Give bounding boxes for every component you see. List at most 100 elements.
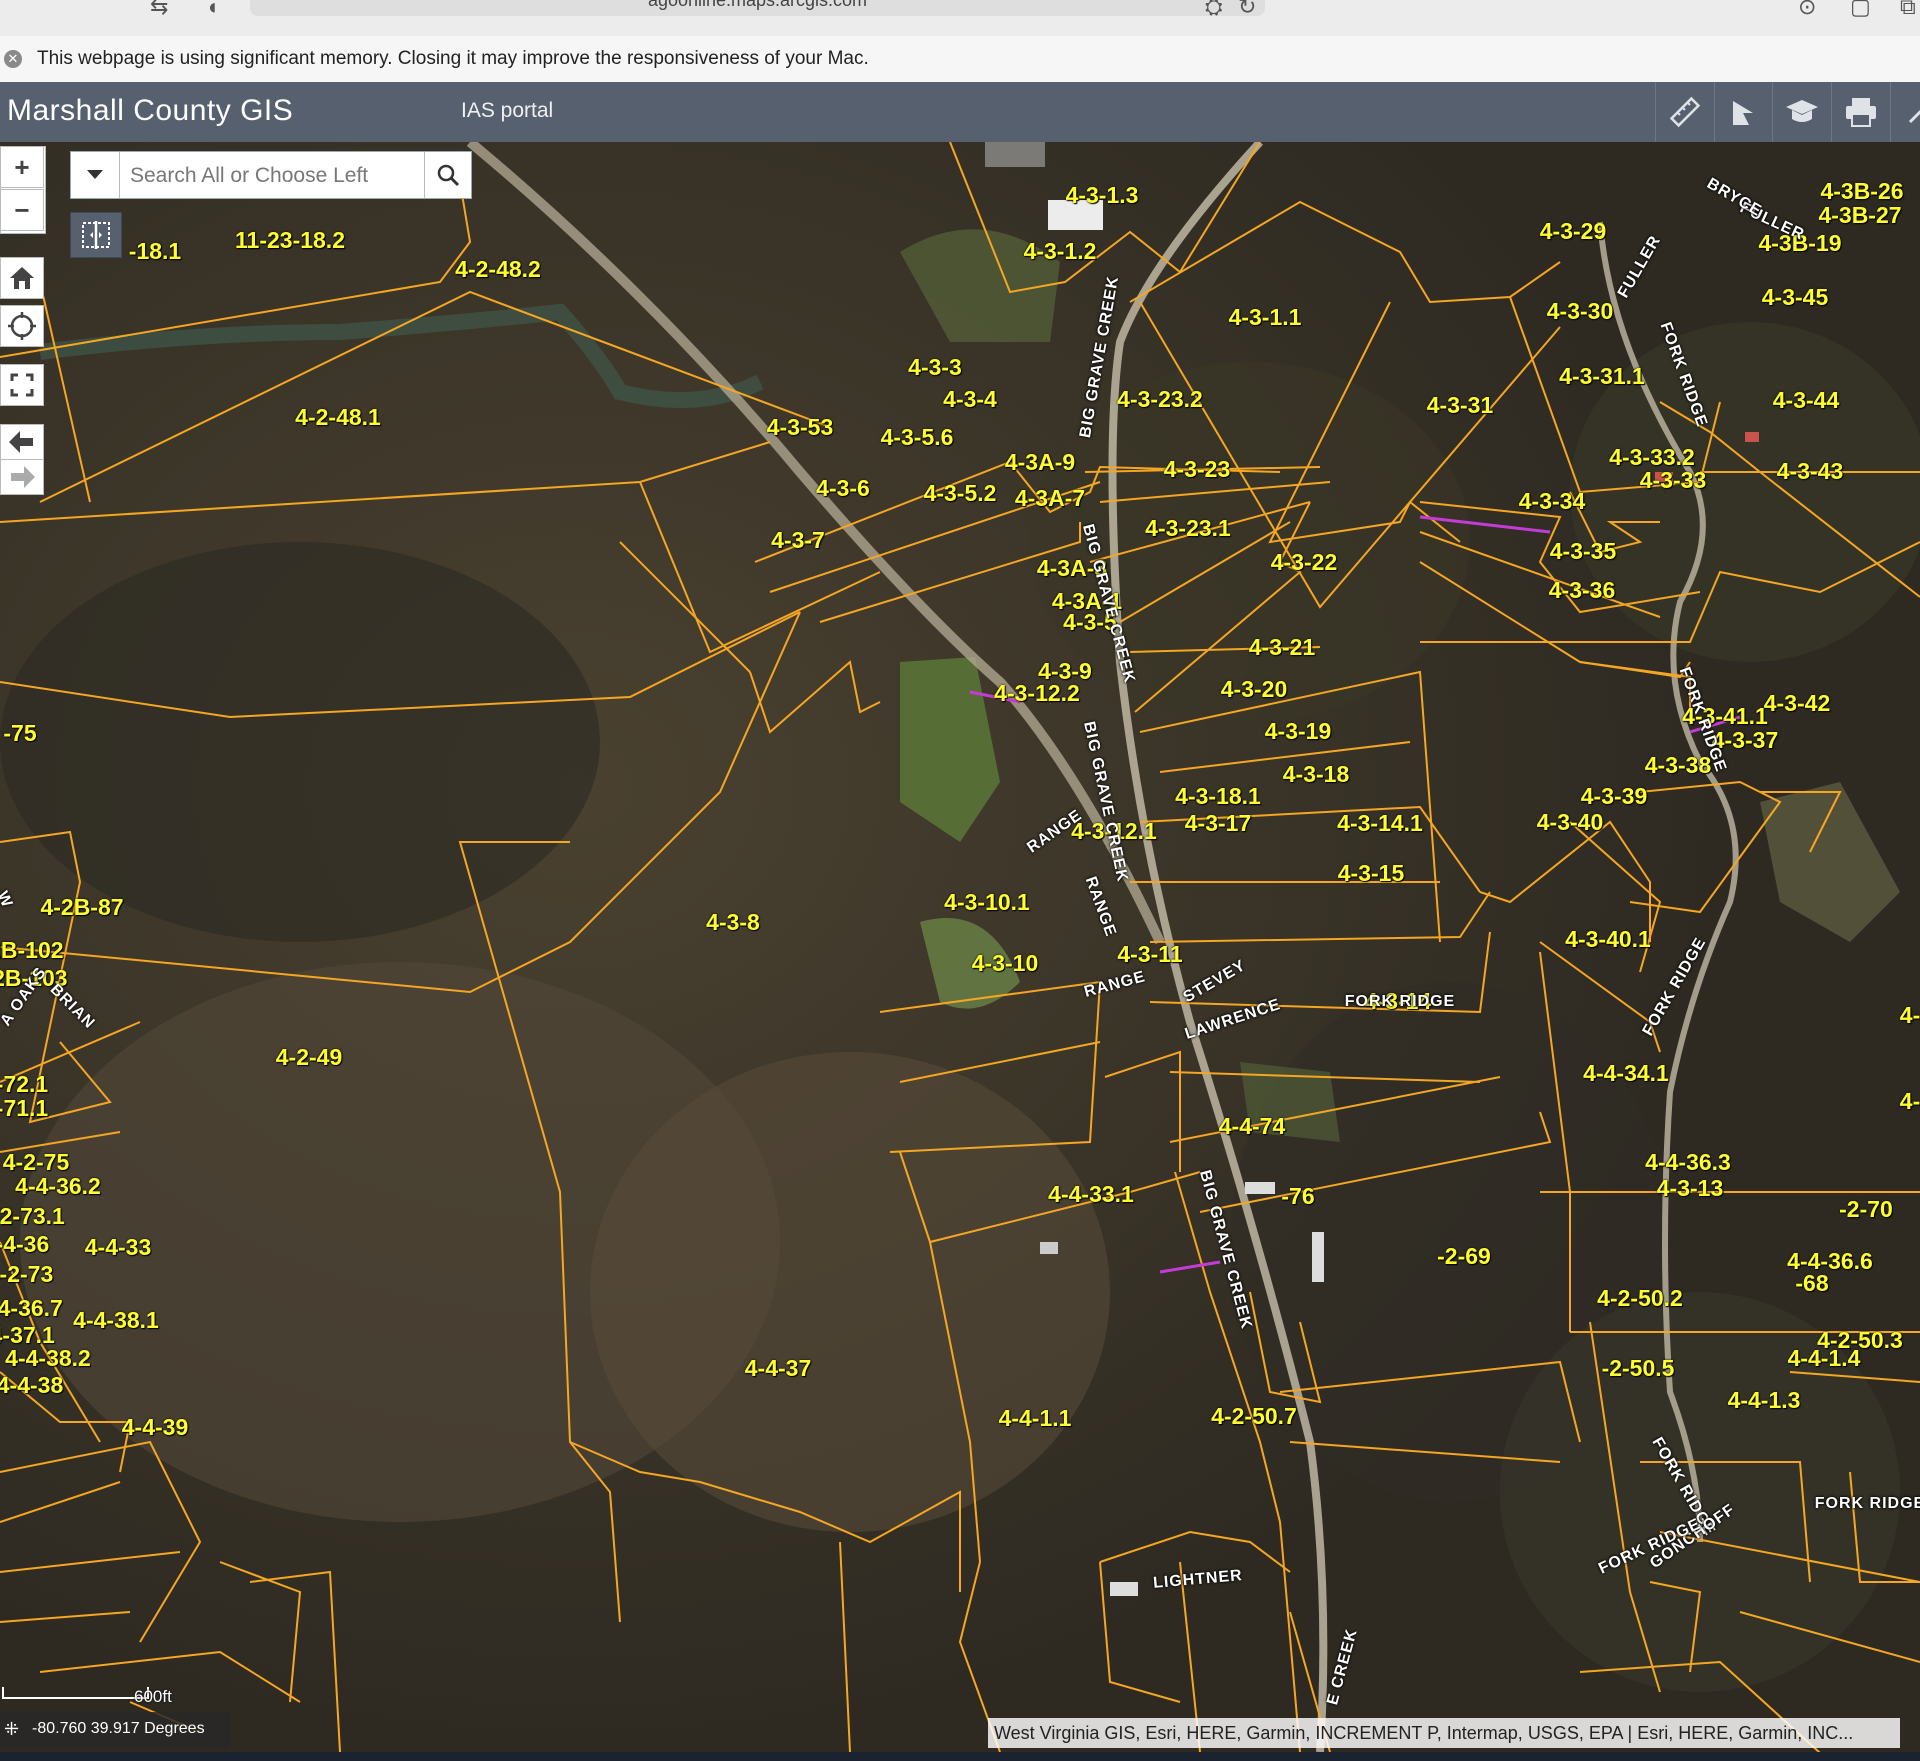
parcel-label[interactable]: 4-3-39 [1581,783,1647,810]
parcel-label[interactable]: 4-2-50.7 [1211,1403,1297,1430]
parcel-label[interactable]: 4-3-18.1 [1175,783,1261,810]
parcel-label[interactable]: 4-4-33.1 [1048,1181,1134,1208]
parcel-label[interactable]: 4-3-8 [706,909,760,936]
parcel-label[interactable]: 4-3-10 [972,950,1038,977]
parcel-label[interactable]: 4-2-50.2 [1597,1285,1683,1312]
parcel-label[interactable]: 4-2-73.1 [0,1203,65,1230]
parcel-label[interactable]: 4-3-40 [1537,809,1603,836]
swipe-compare-button[interactable] [70,212,122,258]
parcel-label[interactable]: -76 [1281,1183,1314,1210]
parcel-label[interactable]: 4-3-3 [908,354,962,381]
zoom-in-button[interactable]: + [0,146,44,188]
parcel-label[interactable]: 4-3-33 [1640,467,1706,494]
parcel-label[interactable]: 4-2-49 [276,1044,342,1071]
parcel-label[interactable]: 4-3-18 [1283,761,1349,788]
parcel-label[interactable]: 4-3-38 [1645,752,1711,779]
parcel-label[interactable]: 4-4-36.7 [0,1295,63,1322]
parcel-label[interactable]: 4-3B-27 [1818,202,1901,229]
parcel-label[interactable]: 4-3-20 [1221,676,1287,703]
address-bar[interactable]: agoonline.maps.arcgis.com [250,0,1265,16]
parcel-label[interactable]: 4-3B-26 [1820,178,1903,205]
parcel-label[interactable]: -68 [1795,1270,1828,1297]
share-icon[interactable]: ▢ [1850,0,1871,20]
parcel-label[interactable]: 4-3-43 [1777,458,1843,485]
search-source-dropdown[interactable] [71,152,120,198]
parcel-label[interactable]: 4-3-35 [1550,538,1616,565]
parcel-label[interactable]: 4-3-13 [1657,1175,1723,1202]
home-button[interactable] [0,257,44,299]
graduation-cap-icon[interactable] [1772,82,1831,142]
parcel-label[interactable]: -2-69 [1437,1243,1491,1270]
parcel-label[interactable]: 4-2-75 [3,1149,69,1176]
parcel-label[interactable]: 4-4-1.3 [1728,1387,1801,1414]
parcel-label[interactable]: 4-2-48.1 [295,404,381,431]
fullscreen-button[interactable] [0,364,44,406]
parcel-label[interactable]: 4-3-31.1 [1559,363,1645,390]
parcel-label[interactable]: 4-4-38.1 [73,1307,159,1334]
parcel-label[interactable]: 4-3-5.6 [881,424,954,451]
parcel-label[interactable]: 4-4-74 [1219,1113,1285,1140]
parcel-label[interactable]: 4-4-36.3 [1645,1149,1731,1176]
parcel-label[interactable]: 4-4-34.1 [1583,1060,1669,1087]
parcel-label[interactable]: 4-3-36 [1549,577,1615,604]
privacy-shield-icon[interactable]: ◐ [208,0,221,20]
ias-portal-link[interactable]: IAS portal [461,99,553,123]
parcel-label[interactable]: -72.1 [0,1071,48,1098]
parcel-label[interactable]: 4-3-11 [1117,941,1182,968]
parcel-label[interactable]: 4-3-5.2 [924,480,997,507]
parcel-label[interactable]: 4-4-1.1 [999,1405,1072,1432]
parcel-label[interactable]: -2B-102 [0,937,64,964]
parcel-label[interactable]: 4-3-21 [1249,634,1315,661]
parcel-label[interactable]: 4-3-22 [1271,549,1337,576]
parcel-label[interactable]: 4- [1900,1088,1920,1115]
parcel-label[interactable]: 4-3-15 [1338,860,1404,887]
translate-icon[interactable]: ⛭ [1205,0,1223,20]
parcel-label[interactable]: 4-3-19 [1265,718,1331,745]
parcel-label[interactable]: 4-4-1.4 [1788,1345,1861,1372]
parcel-label[interactable]: 4-3-34 [1519,488,1585,515]
parcel-label[interactable]: 4-3-4 [943,386,997,413]
parcel-label[interactable]: 4- [1900,1002,1920,1029]
parcel-label[interactable]: 4-3-1.2 [1024,238,1097,265]
parcel-label[interactable]: 4-3-42 [1764,690,1830,717]
parcel-label[interactable]: -71.1 [0,1095,48,1122]
next-extent-button[interactable] [0,459,44,495]
search-input[interactable] [128,160,432,192]
parcel-label[interactable]: 4-3A-7 [1015,485,1085,512]
parcel-label[interactable]: -2-70 [1839,1196,1893,1223]
parcel-label[interactable]: 4-3-40.1 [1565,926,1651,953]
coordinate-display[interactable]: ⁜ -80.760 39.917 Degrees [0,1712,230,1748]
zoom-out-button[interactable]: − [0,189,44,231]
previous-extent-button[interactable] [0,424,44,460]
ruler-icon[interactable] [1655,82,1714,142]
print-icon[interactable] [1831,82,1890,142]
parcel-label[interactable]: 4-3-45 [1762,284,1828,311]
parcel-label[interactable]: -2-50.5 [1602,1355,1675,1382]
parcel-label[interactable]: 4-3-23 [1164,456,1230,483]
parcel-label[interactable]: 4-3-53 [767,414,833,441]
parcel-label[interactable]: 4-4-33 [85,1234,151,1261]
reload-icon[interactable]: ↻ [1238,0,1256,20]
parcel-label[interactable]: 4-3-31 [1427,392,1493,419]
parcel-label[interactable]: 4-3-7 [771,527,825,554]
parcel-label[interactable]: 4-3-1.1 [1229,304,1302,331]
parcel-label[interactable]: 4-4-36 [0,1231,49,1258]
parcel-label[interactable]: 4-3-30 [1547,298,1613,325]
expand-icon[interactable] [1890,82,1920,142]
close-icon[interactable]: ✕ [4,50,22,68]
parcel-label[interactable]: 4-4-36.2 [15,1173,101,1200]
parcel-label[interactable]: 4-2-73 [0,1261,53,1288]
parcel-label[interactable]: 4-4-37 [745,1355,811,1382]
parcel-label[interactable]: 4-3-12.2 [994,680,1080,707]
parcel-label[interactable]: 4-3-6 [816,475,870,502]
parcel-label[interactable]: 4-3-1.3 [1066,182,1139,209]
parcel-label[interactable]: 4-3-23.1 [1145,515,1231,542]
parcel-label[interactable]: -75 [3,720,36,747]
parcel-label[interactable]: 4-3-14.1 [1337,810,1423,837]
download-icon[interactable]: ⊙ [1798,0,1816,20]
parcel-label[interactable]: -18.1 [129,238,181,265]
parcel-label[interactable]: 4-3-23.2 [1117,386,1203,413]
search-button[interactable] [424,152,471,198]
parcel-label[interactable]: 4-3A-9 [1005,449,1075,476]
parcel-label[interactable]: 4-2B-87 [40,894,123,921]
